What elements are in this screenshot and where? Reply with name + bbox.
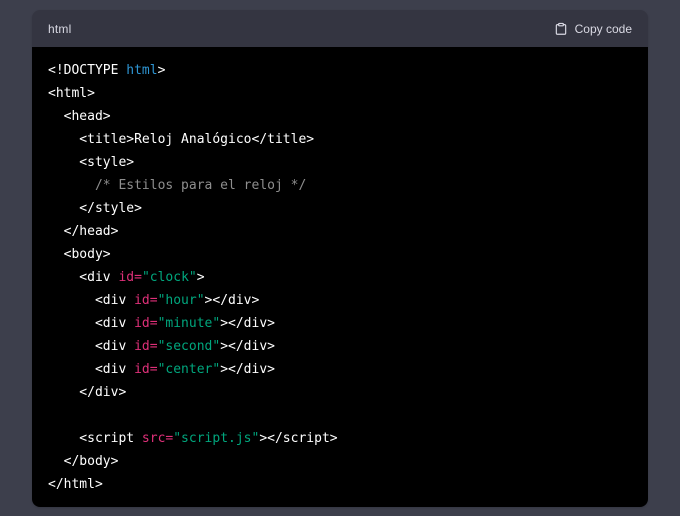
- code-token: id=: [134, 316, 158, 331]
- code-token: <body>: [48, 247, 111, 262]
- code-content: <!DOCTYPE html> <html> <head> <title>Relo…: [32, 47, 648, 507]
- code-line: <div id="clock">: [48, 266, 632, 289]
- code-language-label: html: [48, 21, 72, 36]
- code-line: <div id="minute"></div>: [48, 312, 632, 335]
- code-line: <div id="second"></div>: [48, 335, 632, 358]
- code-line: <style>: [48, 151, 632, 174]
- code-token: "clock": [141, 270, 197, 285]
- code-token: ></script>: [259, 431, 338, 446]
- code-token: <div: [48, 270, 119, 285]
- code-token: >: [196, 270, 205, 285]
- code-line: <div id="hour"></div>: [48, 289, 632, 312]
- code-token: html: [126, 63, 158, 78]
- code-token: ></div>: [204, 293, 260, 308]
- code-line: </html>: [48, 473, 632, 496]
- code-token: <div: [48, 316, 135, 331]
- code-token: <html>: [48, 86, 95, 101]
- copy-code-label: Copy code: [574, 21, 632, 36]
- copy-code-button[interactable]: Copy code: [554, 22, 632, 36]
- code-token: id=: [134, 339, 158, 354]
- code-token: <div: [48, 362, 135, 377]
- code-token: src=: [141, 431, 174, 446]
- code-line: /* Estilos para el reloj */: [48, 174, 632, 197]
- code-line: <script src="script.js"></script>: [48, 427, 632, 450]
- code-token: <div: [48, 339, 135, 354]
- code-token: ></div>: [220, 316, 275, 331]
- code-token: </head>: [48, 224, 119, 239]
- code-token: <script: [48, 431, 142, 446]
- code-token: id=: [134, 362, 158, 377]
- code-token: </div>: [48, 385, 127, 400]
- code-block-header: html Copy code: [32, 10, 648, 47]
- code-token: </title>: [251, 132, 315, 147]
- code-block: html Copy code <!DOCTYPE html> <html> <he…: [32, 10, 648, 507]
- code-line: </div>: [48, 381, 632, 404]
- code-token: </style>: [48, 201, 142, 216]
- code-token: ></div>: [220, 339, 275, 354]
- code-token: "hour": [157, 293, 205, 308]
- code-token: "script.js": [173, 431, 260, 446]
- code-token: </html>: [48, 477, 103, 492]
- code-line: <html>: [48, 82, 632, 105]
- code-line: <!DOCTYPE html>: [48, 59, 632, 82]
- code-token: >: [157, 63, 166, 78]
- code-token: "minute": [157, 316, 221, 331]
- code-line: </body>: [48, 450, 632, 473]
- code-line: <head>: [48, 105, 632, 128]
- code-token: "second": [157, 339, 221, 354]
- chat-background: { "code_block": { "language_label": "htm…: [0, 0, 680, 516]
- clipboard-icon: [554, 22, 568, 36]
- code-token: <head>: [48, 109, 111, 124]
- code-token: ></div>: [220, 362, 275, 377]
- code-token: <style>: [48, 155, 135, 170]
- code-line: <title>Reloj Analógico</title>: [48, 128, 632, 151]
- code-token: <!DOCTYPE: [48, 63, 127, 78]
- code-token: </body>: [48, 454, 119, 469]
- code-line: <div id="center"></div>: [48, 358, 632, 381]
- code-token: <div: [48, 293, 135, 308]
- code-token: id=: [134, 293, 158, 308]
- code-line: </style>: [48, 197, 632, 220]
- code-token: "center": [157, 362, 221, 377]
- code-line: </head>: [48, 220, 632, 243]
- code-token: id=: [118, 270, 142, 285]
- code-root: <!DOCTYPE html> <html> <head> <title>Relo…: [48, 59, 632, 496]
- code-line: <body>: [48, 243, 632, 266]
- code-token: <title>: [48, 132, 135, 147]
- code-token: /* Estilos para el reloj */: [48, 178, 307, 193]
- code-token: Reloj Analógico: [134, 132, 252, 147]
